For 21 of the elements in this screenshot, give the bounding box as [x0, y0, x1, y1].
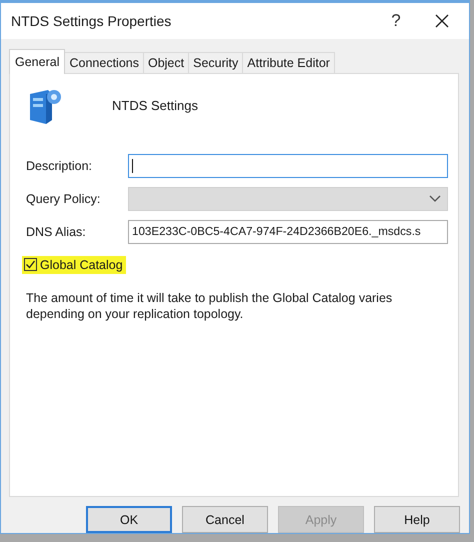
text-cursor [132, 158, 133, 173]
checkbox-label: Global Catalog [40, 258, 123, 272]
chevron-down-icon [429, 194, 441, 203]
close-icon [434, 12, 450, 29]
dialog-button[interactable]: Cancel [182, 506, 268, 533]
tab[interactable]: Attribute Editor [242, 52, 335, 73]
input-field[interactable] [128, 154, 448, 178]
checkbox[interactable] [24, 258, 37, 272]
tab[interactable]: Object [142, 52, 190, 73]
field-label: DNS Alias: [26, 224, 87, 239]
tab[interactable]: Security [188, 52, 244, 73]
dialog-button[interactable]: Help [374, 506, 460, 533]
help-button[interactable]: ? [373, 4, 419, 37]
window-title: NTDS Settings Properties [11, 12, 172, 29]
info-text: The amount of time it will take to publish the Global Catalog varies depending on your replication topology. [26, 290, 394, 322]
tab[interactable]: General [9, 48, 66, 74]
field-label: Query Policy: [26, 192, 102, 206]
input-field[interactable]: 103E233C-0BC5-4CA7-974F-24D2366B20E6._msdcs.s [128, 220, 448, 244]
dialog-button[interactable]: OK [86, 506, 172, 533]
object-name: NTDS Settings [112, 98, 198, 114]
field-label: Description: [26, 158, 93, 173]
